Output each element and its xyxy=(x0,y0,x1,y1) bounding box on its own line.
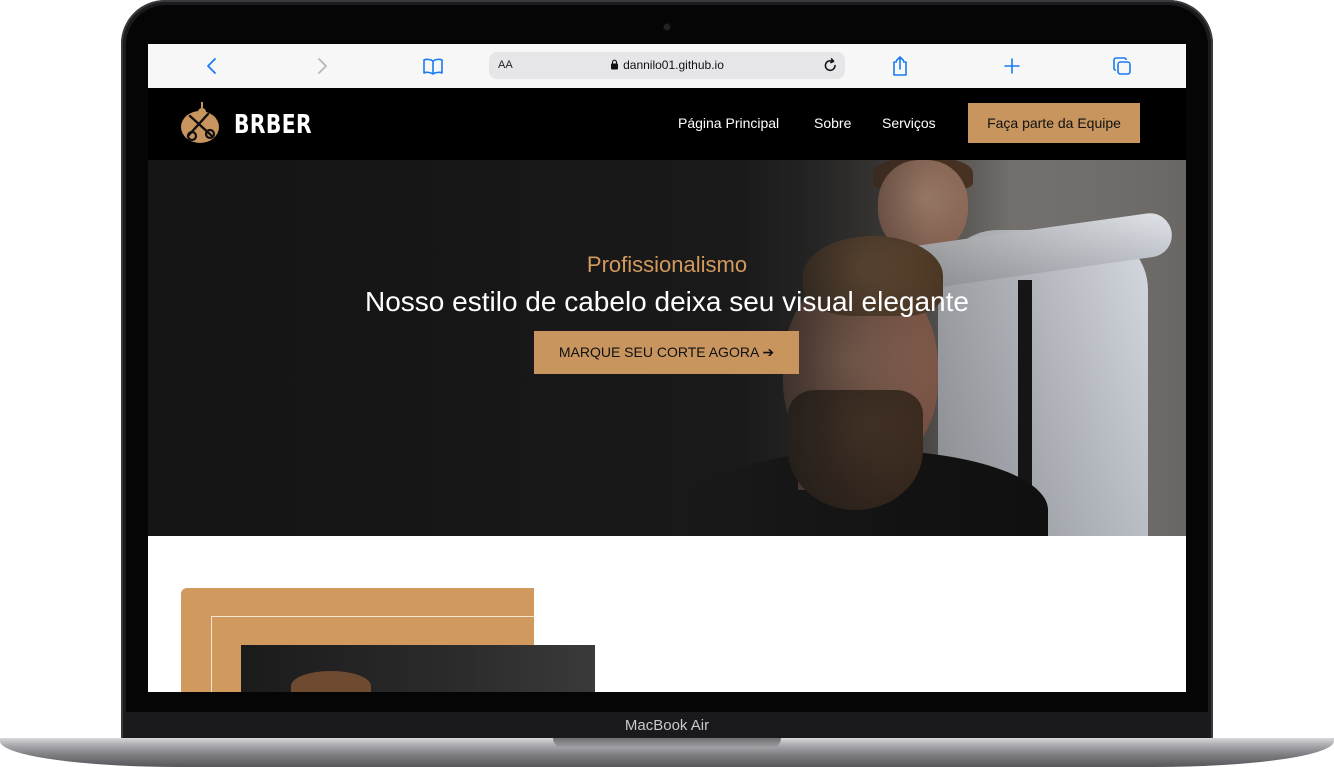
join-team-button[interactable]: Faça parte da Equipe xyxy=(968,103,1140,143)
tabs-icon xyxy=(1113,57,1131,75)
reload-icon[interactable] xyxy=(822,57,839,74)
chevron-left-icon xyxy=(207,58,216,74)
camera xyxy=(664,24,670,30)
about-image-detail xyxy=(291,671,371,692)
plus-icon xyxy=(1004,58,1020,74)
about-image xyxy=(241,645,595,692)
forward-button[interactable] xyxy=(308,52,336,80)
logo[interactable] xyxy=(178,100,222,146)
share-button[interactable] xyxy=(886,52,914,80)
bookmarks-button[interactable] xyxy=(419,52,447,80)
barber-logo-icon xyxy=(181,102,219,143)
url-display[interactable]: dannilo01.github.io xyxy=(489,52,845,79)
hero-section: Profissionalismo Nosso estilo de cabelo … xyxy=(148,160,1186,536)
base-notch xyxy=(553,738,781,748)
lock-icon xyxy=(611,59,619,70)
book-haircut-button[interactable]: MARQUE SEU CORTE AGORA ➔ xyxy=(534,331,799,374)
address-bar[interactable]: AA dannilo01.github.io xyxy=(489,52,845,79)
device-label: MacBook Air xyxy=(624,717,710,734)
share-icon xyxy=(893,56,907,76)
back-button[interactable] xyxy=(198,52,226,80)
logo-text[interactable]: BRBER xyxy=(234,110,312,140)
hero-subtitle: Profissionalismo xyxy=(586,252,748,277)
url-text: dannilo01.github.io xyxy=(623,58,724,72)
chevron-right-icon xyxy=(318,58,327,74)
browser-screen: AA dannilo01.github.io BRBER Página Prin… xyxy=(148,44,1186,692)
nav-link-sobre[interactable]: Sobre xyxy=(814,115,851,131)
new-tab-button[interactable] xyxy=(998,52,1026,80)
book-icon xyxy=(423,58,443,75)
nav-link-pagina-principal[interactable]: Página Principal xyxy=(678,115,779,131)
hero-title: Nosso estilo de cabelo deixa seu visual … xyxy=(365,286,969,317)
browser-toolbar: AA dannilo01.github.io xyxy=(148,44,1186,89)
nav-link-servicos[interactable]: Serviços xyxy=(882,115,936,131)
tabs-button[interactable] xyxy=(1108,52,1136,80)
